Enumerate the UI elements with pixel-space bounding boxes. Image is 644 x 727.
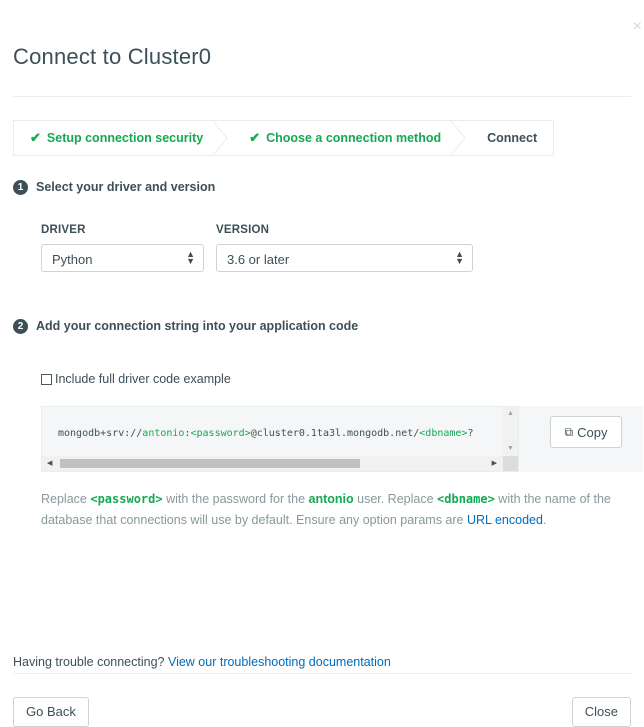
wizard-stepper: ✔ Setup connection security ✔ Choose a c… [13,120,555,156]
checkmark-icon: ✔ [30,130,41,145]
troubleshooting-text: Having trouble connecting? View our trou… [13,655,391,669]
url-encoded-link[interactable]: URL encoded [467,513,543,527]
scrollbar-thumb[interactable] [60,459,360,468]
driver-label: DRIVER [41,224,86,236]
step-connect[interactable]: Connect [471,121,553,155]
scroll-left-icon[interactable]: ◀ [47,459,52,467]
version-select[interactable]: 3.6 or later ▲ ▼ [216,244,473,272]
section-title-driver: Select your driver and version [36,180,216,194]
step-separator-icon [451,121,466,155]
connection-string: mongodb+srv://antonio:<password>@cluster… [58,428,474,439]
replace-instructions: Replace <password> with the password for… [41,492,611,527]
checkmark-icon: ✔ [249,130,261,145]
select-arrows-icon: ▲ ▼ [455,249,464,266]
include-driver-code-checkbox[interactable] [41,373,52,385]
copy-icon: ⧉ [564,424,574,439]
step-number-badge: 1 [13,180,28,195]
connection-string-box[interactable]: mongodb+srv://antonio:<password>@cluster… [41,406,519,472]
close-button[interactable]: Close [571,697,631,727]
modal-title: Connect to Cluster0 [13,44,212,69]
horizontal-scrollbar[interactable]: ◀ ▶ [42,456,505,471]
scroll-down-icon[interactable]: ▼ [507,445,514,452]
close-icon[interactable]: × [633,18,642,36]
divider [13,96,631,97]
driver-select[interactable]: Python ▲ ▼ [41,244,204,272]
step-setup-security[interactable]: ✔ Setup connection security [14,121,233,155]
scroll-up-icon[interactable]: ▲ [507,410,514,417]
version-label: VERSION [216,224,270,236]
copy-button[interactable]: ⧉ Copy [550,416,622,448]
divider [13,673,631,674]
include-driver-code-row[interactable]: Include full driver code example [41,372,231,386]
step-connection-method[interactable]: ✔ Choose a connection method [233,121,471,155]
vertical-scrollbar[interactable]: ▲ ▼ [503,407,518,458]
scrollbar-corner [503,456,518,471]
step-number-badge: 2 [13,319,28,334]
checkbox-label: Include full driver code example [55,372,231,386]
scroll-right-icon[interactable]: ▶ [492,459,497,467]
select-arrows-icon: ▲ ▼ [186,249,195,266]
go-back-button[interactable]: Go Back [13,697,89,727]
troubleshooting-link[interactable]: View our troubleshooting documentation [168,655,391,669]
section-title-connection-string: Add your connection string into your app… [36,319,359,333]
step-separator-icon [213,121,228,155]
